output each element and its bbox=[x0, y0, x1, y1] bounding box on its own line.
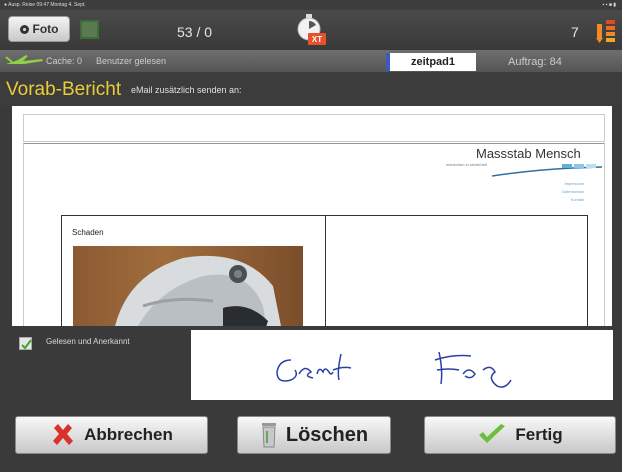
brand-link[interactable]: Impressum bbox=[562, 180, 584, 188]
order-count: 7 bbox=[571, 24, 579, 40]
status-square-button[interactable] bbox=[80, 20, 99, 39]
cancel-button-label: Abbrechen bbox=[84, 425, 173, 444]
cache-status: Cache: 0 bbox=[46, 56, 83, 66]
page-title: Vorab-Bericht bbox=[6, 79, 122, 100]
read-acknowledged-label: Gelesen und Anerkannt bbox=[46, 337, 130, 346]
delete-button-label: Löschen bbox=[285, 423, 369, 446]
app-logo-icon: XT bbox=[297, 14, 326, 45]
camera-icon bbox=[19, 24, 29, 34]
read-acknowledged-checkbox[interactable] bbox=[19, 337, 32, 350]
brand-name: Massstab Mensch bbox=[476, 146, 581, 161]
report-preview[interactable]: Massstab Mensch menschen in sicherheit I… bbox=[12, 106, 612, 326]
order-number: Auftrag: 84 bbox=[508, 56, 562, 68]
svg-text:XT: XT bbox=[312, 35, 322, 44]
damage-photo bbox=[73, 246, 303, 326]
foto-button[interactable]: Foto bbox=[8, 16, 70, 42]
damage-notes-section bbox=[326, 215, 588, 326]
brand-link[interactable]: Kontakt bbox=[562, 196, 585, 204]
sync-plane-icon bbox=[5, 55, 43, 64]
damage-label: Schaden bbox=[72, 228, 104, 237]
status-left: ● Ausp. Reise 09:47 Montag 4. Sept. bbox=[4, 2, 86, 8]
cancel-button[interactable]: Abbrechen bbox=[15, 416, 208, 454]
done-button-label: Fertig bbox=[515, 425, 563, 444]
foto-button-label: Foto bbox=[32, 22, 59, 36]
checkmark-icon bbox=[21, 339, 32, 350]
device-name-field[interactable]: zeitpad1 bbox=[386, 53, 476, 71]
signature-pad[interactable] bbox=[191, 330, 613, 400]
car-mirror-image bbox=[115, 255, 281, 326]
checkmark-icon bbox=[479, 424, 506, 443]
close-icon bbox=[53, 424, 74, 445]
sort-icon[interactable] bbox=[596, 18, 616, 44]
report-header-box bbox=[23, 114, 605, 142]
trash-icon bbox=[261, 423, 276, 448]
done-button[interactable]: Fertig bbox=[424, 416, 616, 454]
status-bar: ● Ausp. Reise 09:47 Montag 4. Sept. ▪ ▪ … bbox=[0, 0, 622, 10]
status-right: ▪ ▪ ■ ▮ bbox=[602, 2, 616, 8]
brand-subtitle: menschen in sicherheit bbox=[446, 162, 487, 167]
signature-drawing bbox=[276, 351, 512, 388]
delete-button[interactable]: Löschen bbox=[237, 416, 391, 454]
photo-counter: 53 / 0 bbox=[177, 24, 213, 40]
brand-link[interactable]: Datenschutz bbox=[562, 188, 584, 196]
email-label[interactable]: eMail zusätzlich senden an: bbox=[131, 85, 242, 95]
brand-links: Impressum Datenschutz Kontakt bbox=[562, 180, 584, 204]
user-status: Benutzer gelesen bbox=[96, 56, 167, 66]
brand-graphic bbox=[492, 164, 602, 177]
